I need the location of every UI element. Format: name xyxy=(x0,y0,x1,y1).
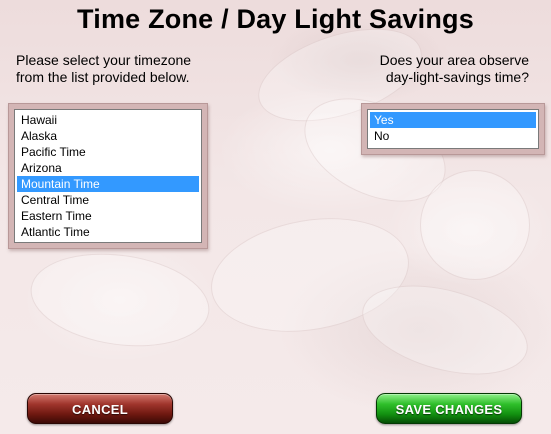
timezone-option-hawaii[interactable]: Hawaii xyxy=(17,112,199,128)
timezone-prompt-line2: from the list provided below. xyxy=(16,69,190,85)
timezone-option-arizona[interactable]: Arizona xyxy=(17,160,199,176)
background-pill xyxy=(24,242,216,358)
dst-option-no[interactable]: No xyxy=(370,128,536,144)
timezone-option-eastern[interactable]: Eastern Time xyxy=(17,208,199,224)
dst-list-frame: Yes No xyxy=(361,103,545,155)
cancel-button[interactable]: CANCEL xyxy=(27,393,173,424)
dst-prompt-line2: day-light-savings time? xyxy=(385,69,529,85)
timezone-option-pacific[interactable]: Pacific Time xyxy=(17,144,199,160)
page-title: Time Zone / Day Light Savings xyxy=(77,4,474,34)
timezone-prompt-line1: Please select your timezone xyxy=(16,52,192,68)
dst-prompt: Does your area observe day-light-savings… xyxy=(329,52,529,86)
timezone-option-alaska[interactable]: Alaska xyxy=(17,128,199,144)
dst-option-yes[interactable]: Yes xyxy=(370,112,536,128)
dst-listbox[interactable]: Yes No xyxy=(367,109,539,149)
timezone-option-atlantic[interactable]: Atlantic Time xyxy=(17,224,199,240)
save-changes-button[interactable]: SAVE CHANGES xyxy=(376,393,522,424)
dst-prompt-line1: Does your area observe xyxy=(379,52,529,68)
timezone-prompt: Please select your timezone from the lis… xyxy=(16,52,216,86)
timezone-list-frame: Hawaii Alaska Pacific Time Arizona Mount… xyxy=(8,103,208,249)
timezone-listbox[interactable]: Hawaii Alaska Pacific Time Arizona Mount… xyxy=(14,109,202,243)
timezone-option-central[interactable]: Central Time xyxy=(17,192,199,208)
timezone-option-mountain[interactable]: Mountain Time xyxy=(17,176,199,192)
background-pill xyxy=(420,170,530,280)
